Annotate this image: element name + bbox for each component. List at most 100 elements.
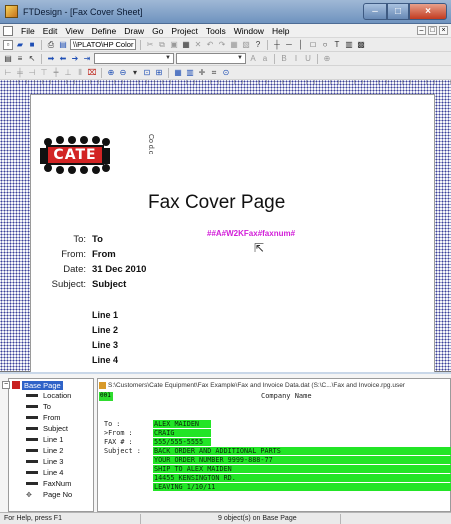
printer-combo[interactable]: \\PLATO\HP Color Las ▼ (70, 39, 136, 50)
record-number[interactable]: 001 (99, 391, 113, 401)
zoom-page-icon[interactable]: ⊡ (142, 68, 152, 78)
undo-icon[interactable]: ↶ (205, 40, 215, 50)
minimize-button[interactable]: – (363, 3, 387, 20)
paste-icon[interactable]: ▣ (169, 40, 179, 50)
print-icon[interactable]: ⎙ (46, 40, 56, 50)
crosshair-icon[interactable]: ┼ (272, 40, 282, 50)
menu-draw[interactable]: Draw (120, 24, 148, 38)
align-icon[interactable]: ▧ (241, 40, 251, 50)
menu-file[interactable]: File (17, 24, 39, 38)
date-field[interactable]: 31 Dec 2010 (92, 264, 146, 275)
maximize-button[interactable]: □ (387, 3, 409, 20)
line-2-field[interactable]: Line 2 (92, 325, 118, 335)
tree-item-location[interactable]: Location (26, 391, 71, 400)
subject-field[interactable]: Subject (92, 279, 126, 290)
db-value-line-4[interactable]: LEAVING 1/10/11 (153, 483, 451, 491)
arrow-forward-icon[interactable]: ➔ (70, 54, 80, 64)
menu-project[interactable]: Project (167, 24, 201, 38)
db-value-from[interactable]: CRAIG (153, 429, 211, 437)
zoom-width-icon[interactable]: ⊞ (154, 68, 164, 78)
tree-item-subject[interactable]: Subject (26, 424, 68, 433)
align-middle-icon[interactable]: ┿ (51, 68, 61, 78)
tree-item-line-2[interactable]: Line 2 (26, 446, 63, 455)
menu-define[interactable]: Define (88, 24, 121, 38)
align-right-icon[interactable]: ⊣ (27, 68, 37, 78)
line-tool-icon[interactable]: ─ (284, 40, 294, 50)
db-value-line-1[interactable]: YOUR ORDER NUMBER 9999-888-77 (153, 456, 451, 464)
layout-icon[interactable]: ▤ (3, 54, 13, 64)
menu-tools[interactable]: Tools (202, 24, 230, 38)
menu-view[interactable]: View (61, 24, 87, 38)
guides-icon[interactable]: ▥ (185, 68, 195, 78)
line-1-field[interactable]: Line 1 (92, 310, 118, 320)
tree-item-line-1[interactable]: Line 1 (26, 435, 63, 444)
grid-toggle-icon[interactable]: ▦ (173, 68, 183, 78)
tree-root-base-page[interactable]: − Base Page (2, 380, 63, 390)
lines-icon[interactable]: ≡ (15, 54, 25, 64)
open-folder-icon[interactable]: ▰ (15, 40, 25, 50)
image-tool-icon[interactable]: ▩ (356, 40, 366, 50)
italic-icon[interactable]: I (291, 54, 301, 64)
copy-icon[interactable]: ⧉ (157, 40, 167, 50)
document-icon[interactable] (3, 25, 13, 36)
tree-item-to[interactable]: To (26, 402, 51, 411)
bold-icon[interactable]: B (279, 54, 289, 64)
vertical-line-tool-icon[interactable]: │ (296, 40, 306, 50)
text-tool-icon[interactable]: T (332, 40, 342, 50)
db-value-to[interactable]: ALEX MAIDEN (153, 420, 211, 428)
tree-item-from[interactable]: From (26, 413, 61, 422)
mdi-close-button[interactable]: × (439, 26, 448, 35)
db-value-line-2[interactable]: SHIP TO ALEX MAIDEN (153, 465, 451, 473)
arrow-left-icon[interactable]: ⬅ (58, 54, 68, 64)
menu-go[interactable]: Go (148, 24, 167, 38)
paste-special-icon[interactable]: ▦ (181, 40, 191, 50)
underline-icon[interactable]: U (303, 54, 313, 64)
spacing-icon[interactable]: ⫴ (75, 68, 85, 78)
mdi-minimize-button[interactable]: – (417, 26, 426, 35)
save-icon[interactable]: ■ (27, 40, 37, 50)
ellipse-tool-icon[interactable]: ○ (320, 40, 330, 50)
arrow-end-icon[interactable]: ⇥ (82, 54, 92, 64)
line-4-field[interactable]: Line 4 (92, 355, 118, 365)
close-button[interactable]: × (409, 3, 447, 20)
grid-icon[interactable]: ▦ (229, 40, 239, 50)
snap-icon[interactable]: ✛ (197, 68, 207, 78)
font-grow-icon[interactable]: A (248, 54, 258, 64)
db-value-line-3[interactable]: 14455 KENSINGTON RD. (153, 474, 451, 482)
mdi-maximize-button[interactable]: □ (428, 26, 437, 35)
arrow-right-icon[interactable]: ➡ (46, 54, 56, 64)
delete-selection-icon[interactable]: ⌧ (87, 68, 97, 78)
pointer-icon[interactable]: ↖ (27, 54, 37, 64)
to-field[interactable]: To (92, 234, 103, 245)
align-center-icon[interactable]: ╪ (15, 68, 25, 78)
from-field[interactable]: From (92, 249, 116, 260)
collapse-icon[interactable]: − (2, 381, 10, 389)
rectangle-tool-icon[interactable]: □ (308, 40, 318, 50)
magnify-icon[interactable]: ⊙ (221, 68, 231, 78)
fax-number-field[interactable]: ##A#W2KFax#faxnum# (207, 229, 295, 238)
font-shrink-icon[interactable]: a (260, 54, 270, 64)
printer-select-icon[interactable]: ▤ (58, 40, 68, 50)
font-size-combo[interactable]: ▼ (176, 53, 246, 64)
tree-item-page-no[interactable]: ✥ Page No (26, 490, 72, 499)
db-value-subject[interactable]: BACK ORDER AND ADDITIONAL PARTS (153, 447, 451, 455)
delete-icon[interactable]: ✕ (193, 40, 203, 50)
tree-item-faxnum[interactable]: FaxNum (26, 479, 71, 488)
menu-edit[interactable]: Edit (39, 24, 62, 38)
align-bottom-icon[interactable]: ⊥ (63, 68, 73, 78)
db-value-fax[interactable]: 555/555-5555 (153, 438, 211, 446)
tree-item-line-4[interactable]: Line 4 (26, 468, 63, 477)
line-3-field[interactable]: Line 3 (92, 340, 118, 350)
menu-window[interactable]: Window (230, 24, 268, 38)
company-text-field[interactable]: Co d.c (147, 134, 154, 154)
align-left-icon[interactable]: ⊢ (3, 68, 13, 78)
special-char-icon[interactable]: ⊕ (322, 54, 332, 64)
cate-logo[interactable]: CATE (40, 136, 110, 174)
zoom-dropdown-icon[interactable]: ▾ (130, 68, 140, 78)
zoom-fit-icon[interactable]: ⌗ (209, 68, 219, 78)
barcode-tool-icon[interactable]: ▥ (344, 40, 354, 50)
zoom-out-icon[interactable]: ⊖ (118, 68, 128, 78)
fax-title[interactable]: Fax Cover Page (148, 192, 285, 214)
tree-item-line-3[interactable]: Line 3 (26, 457, 63, 466)
help-pointer-icon[interactable]: ? (253, 40, 263, 50)
